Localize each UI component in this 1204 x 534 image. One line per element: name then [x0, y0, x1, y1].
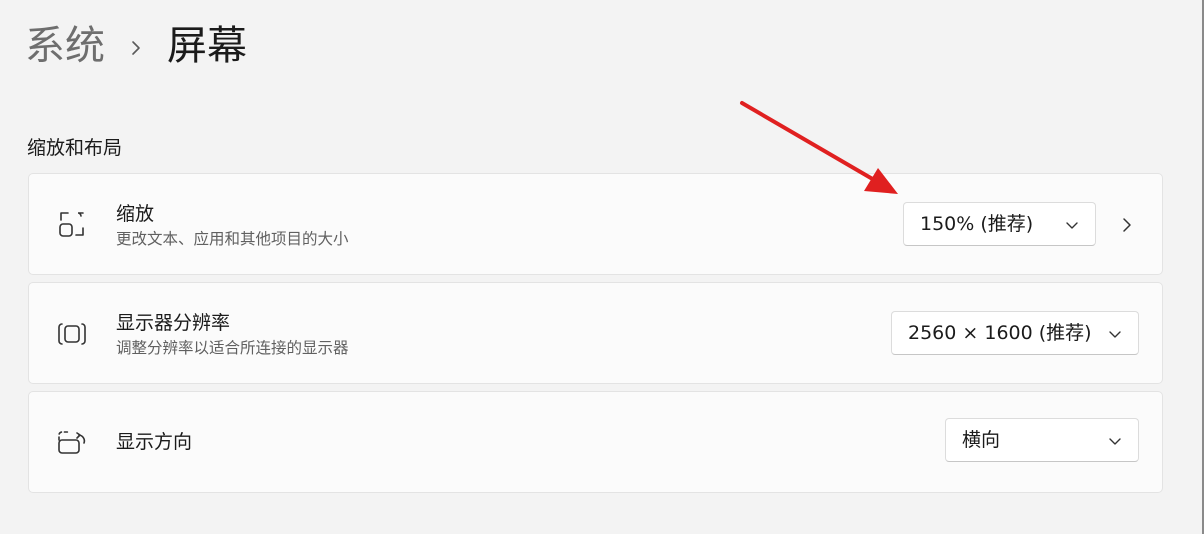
chevron-down-icon [1108, 433, 1122, 447]
resolution-dropdown[interactable]: 2560 × 1600 (推荐) [891, 311, 1139, 355]
orientation-icon [55, 426, 89, 460]
setting-card-orientation[interactable]: 显示方向 横向 [28, 391, 1163, 493]
setting-card-scale[interactable]: 缩放 更改文本、应用和其他项目的大小 150% (推荐) [28, 173, 1163, 275]
setting-card-resolution[interactable]: 显示器分辨率 调整分辨率以适合所连接的显示器 2560 × 1600 (推荐) [28, 282, 1163, 384]
red-arrow-icon [736, 96, 906, 200]
dropdown-value: 2560 × 1600 (推荐) [908, 322, 1092, 344]
setting-title: 显示器分辨率 [116, 312, 231, 334]
scale-dropdown[interactable]: 150% (推荐) [903, 202, 1096, 246]
breadcrumb-chevron-icon [105, 18, 167, 74]
orientation-dropdown[interactable]: 横向 [945, 418, 1139, 462]
setting-title: 显示方向 [116, 431, 193, 453]
scale-icon [55, 207, 89, 241]
chevron-right-icon[interactable] [1119, 217, 1135, 233]
setting-description: 调整分辨率以适合所连接的显示器 [116, 339, 349, 357]
resolution-icon [55, 317, 89, 351]
setting-title: 缩放 [116, 203, 155, 225]
chevron-down-icon [1108, 326, 1122, 340]
dropdown-value: 150% (推荐) [920, 213, 1034, 235]
dropdown-value: 横向 [962, 429, 1001, 451]
chevron-down-icon [1065, 217, 1079, 231]
breadcrumb: 系统 屏幕 [25, 18, 247, 74]
page-title: 屏幕 [167, 23, 247, 69]
section-title: 缩放和布局 [27, 137, 123, 159]
breadcrumb-parent-system[interactable]: 系统 [25, 18, 105, 74]
setting-description: 更改文本、应用和其他项目的大小 [116, 230, 349, 248]
